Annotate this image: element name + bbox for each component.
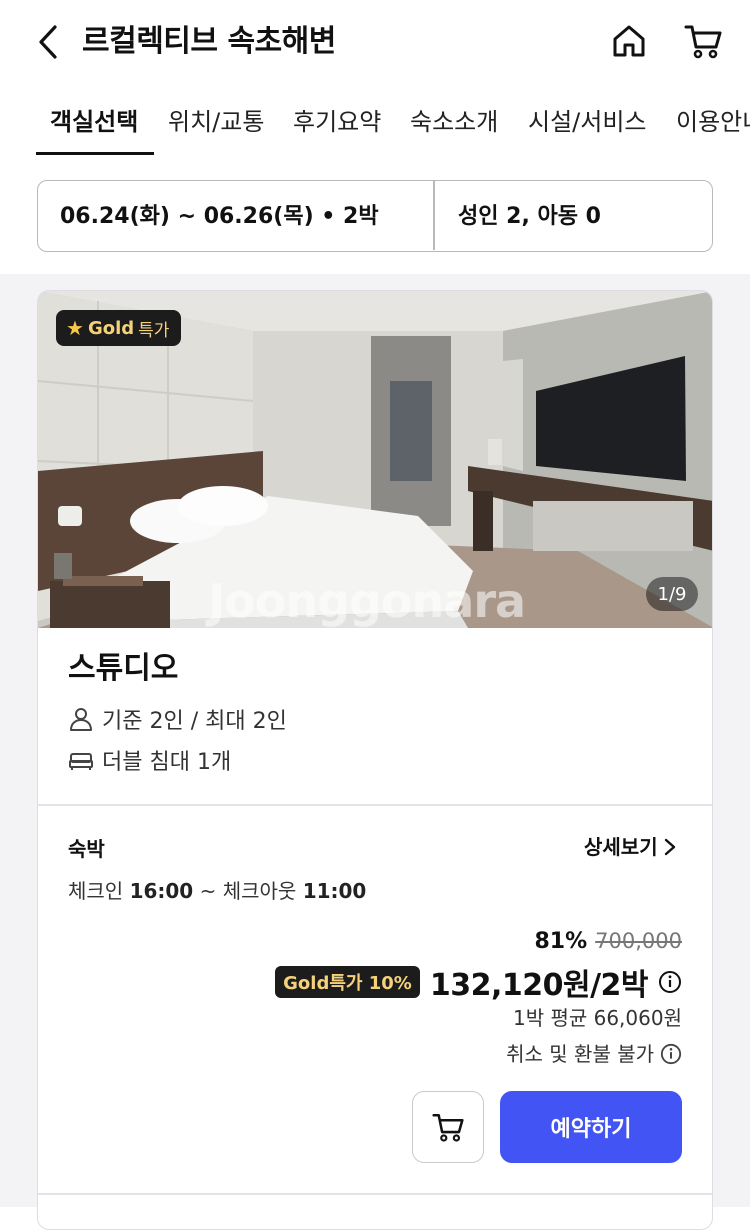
refund-policy-text: 취소 및 환불 불가 bbox=[506, 1042, 654, 1066]
page-title: 르컬렉티브 속초해변 bbox=[82, 24, 336, 59]
divider bbox=[433, 181, 435, 250]
detail-view-link[interactable]: 상세보기 bbox=[584, 833, 676, 861]
tab-usage-guide[interactable]: 이용안내 bbox=[676, 106, 750, 138]
back-arrow-icon bbox=[39, 25, 57, 59]
refund-policy: 취소 및 환불 불가 bbox=[506, 1040, 682, 1068]
booking-summary-bar: 06.24(화) ~ 06.26(목) • 2박 성인 2, 아동 0 bbox=[37, 180, 713, 252]
gold-discount-tag: Gold특가 10% bbox=[275, 966, 420, 998]
cart-icon bbox=[684, 25, 722, 59]
cart-icon bbox=[432, 1113, 464, 1142]
watermark: Joonggonara bbox=[208, 574, 526, 628]
occupancy-info: 기준 2인 / 최대 2인 bbox=[68, 703, 287, 735]
tab-facilities[interactable]: 시설/서비스 bbox=[528, 106, 647, 138]
sale-price: 132,120원/2박 bbox=[429, 968, 649, 1003]
bed-text: 더블 침대 1개 bbox=[102, 750, 232, 775]
checkout-time: 11:00 bbox=[302, 879, 367, 903]
tab-review-summary[interactable]: 후기요약 bbox=[293, 106, 381, 138]
tab-introduction[interactable]: 숙소소개 bbox=[410, 106, 498, 138]
check-times: 체크인 16:00 ~ 체크아웃 11:00 bbox=[68, 877, 366, 905]
room-name: 스튜디오 bbox=[68, 651, 179, 686]
occupancy-text: 기준 2인 / 최대 2인 bbox=[102, 709, 287, 734]
checkout-label: 체크아웃 bbox=[222, 879, 297, 903]
add-to-cart-button[interactable] bbox=[412, 1091, 484, 1163]
section-tabs: 객실선택 위치/교통 후기요약 숙소소개 시설/서비스 이용안내 bbox=[0, 88, 750, 158]
time-separator: ~ bbox=[199, 879, 217, 903]
original-price: 700,000 bbox=[595, 929, 682, 953]
guest-count-selector[interactable]: 성인 2, 아동 0 bbox=[458, 202, 601, 232]
active-tab-indicator bbox=[36, 152, 154, 155]
deal-badge-label: 특가 bbox=[138, 320, 170, 341]
divider bbox=[38, 804, 712, 806]
tab-room-select[interactable]: 객실선택 bbox=[50, 106, 138, 138]
price-row: Gold특가 10% 132,120원/2박 bbox=[275, 961, 682, 1003]
info-icon[interactable] bbox=[658, 970, 682, 994]
info-icon[interactable] bbox=[660, 1043, 682, 1065]
discount-row: 81% 700,000 bbox=[534, 929, 682, 954]
home-button[interactable] bbox=[606, 18, 652, 64]
reserve-button[interactable]: 예약하기 bbox=[500, 1091, 682, 1163]
chevron-right-icon bbox=[664, 838, 675, 856]
back-button[interactable] bbox=[28, 20, 68, 64]
detail-link-label: 상세보기 bbox=[584, 835, 658, 859]
stay-type-label: 숙박 bbox=[68, 837, 105, 861]
photo-counter: 1/9 bbox=[646, 577, 698, 611]
bed-info: 더블 침대 1개 bbox=[68, 744, 231, 776]
divider bbox=[38, 1193, 712, 1195]
checkin-time: 16:00 bbox=[129, 879, 194, 903]
cart-button[interactable] bbox=[680, 18, 726, 64]
average-nightly-price: 1박 평균 66,060원 bbox=[512, 1006, 682, 1030]
room-card: Joonggonara ★ Gold 특가 1/9 스튜디오 기준 2인 / 최… bbox=[37, 290, 713, 1230]
checkin-label: 체크인 bbox=[68, 879, 124, 903]
star-icon: ★ bbox=[66, 316, 84, 340]
date-range-selector[interactable]: 06.24(화) ~ 06.26(목) • 2박 bbox=[60, 202, 379, 232]
app-header: 르컬렉티브 속초해변 bbox=[0, 0, 750, 88]
bed-icon bbox=[69, 753, 93, 770]
discount-percent: 81% bbox=[534, 929, 588, 954]
home-icon bbox=[613, 25, 645, 57]
gold-badge-label: Gold bbox=[87, 317, 135, 339]
person-icon bbox=[70, 708, 92, 731]
gold-deal-badge: ★ Gold 특가 bbox=[56, 310, 182, 346]
tab-location[interactable]: 위치/교통 bbox=[168, 106, 264, 138]
room-photo[interactable]: Joonggonara ★ Gold 특가 1/9 bbox=[38, 291, 712, 628]
